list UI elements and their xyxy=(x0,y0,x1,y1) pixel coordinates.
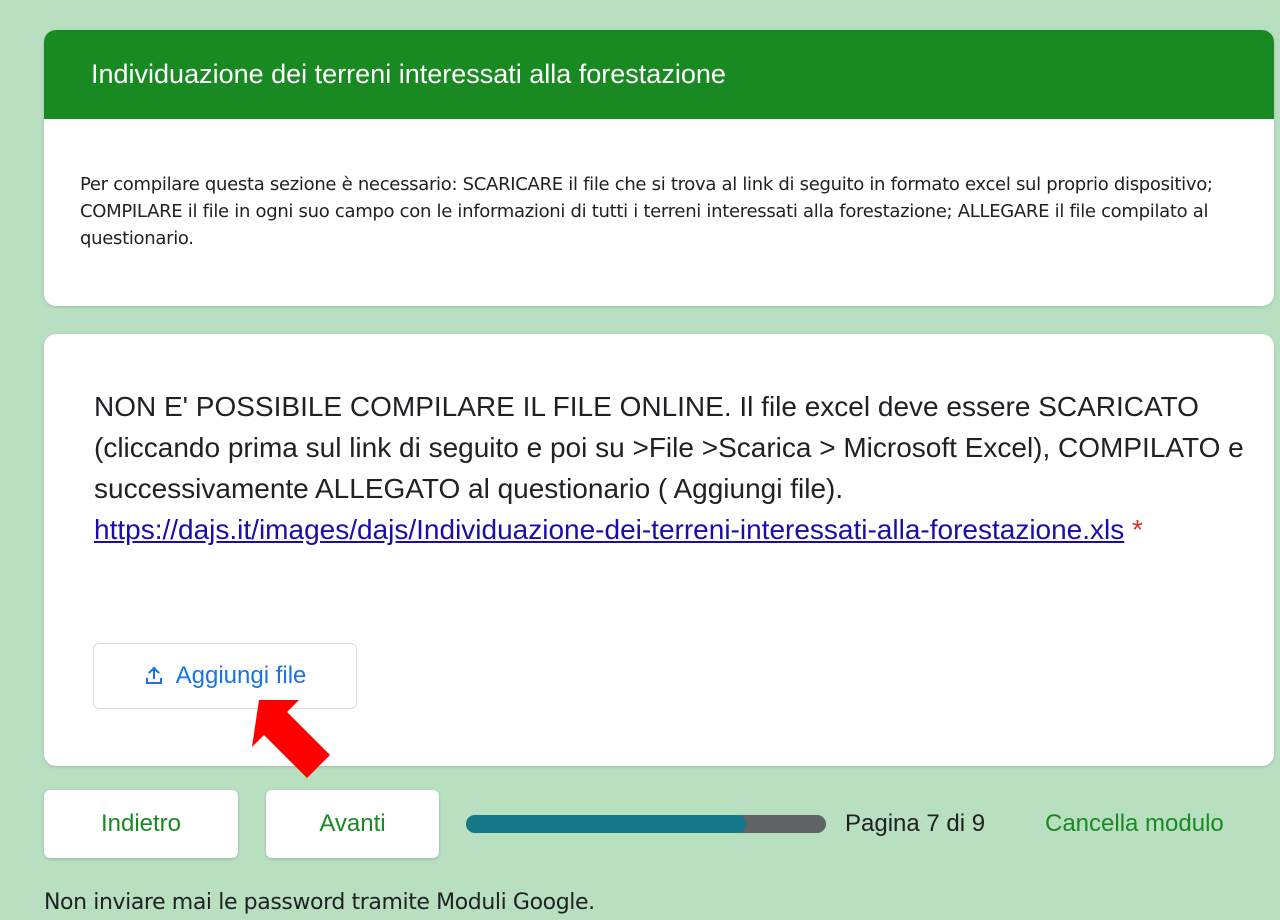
section-header-card: Individuazione dei terreni interessati a… xyxy=(44,30,1274,306)
section-description: Per compilare questa sezione è necessari… xyxy=(80,174,1213,249)
progress-bar xyxy=(466,815,826,833)
question-title: NON E' POSSIBILE COMPILARE IL FILE ONLIN… xyxy=(94,386,1254,550)
next-button[interactable]: Avanti xyxy=(266,790,439,858)
back-button[interactable]: Indietro xyxy=(44,790,238,858)
excel-download-link[interactable]: https://dajs.it/images/dajs/Individuazio… xyxy=(94,514,1124,545)
add-file-label: Aggiungi file xyxy=(175,662,307,689)
red-arrow-icon xyxy=(252,700,330,778)
password-warning: Non inviare mai le password tramite Modu… xyxy=(44,890,595,915)
required-asterisk: * xyxy=(1124,514,1143,545)
section-title: Individuazione dei terreni interessati a… xyxy=(44,30,1274,119)
question-card: NON E' POSSIBILE COMPILARE IL FILE ONLIN… xyxy=(44,334,1274,766)
question-text: NON E' POSSIBILE COMPILARE IL FILE ONLIN… xyxy=(94,391,1244,504)
progress-fill xyxy=(466,815,746,833)
clear-form-link[interactable]: Cancella modulo xyxy=(1045,810,1224,838)
page-indicator: Pagina 7 di 9 xyxy=(845,810,986,837)
upload-icon xyxy=(144,666,164,686)
